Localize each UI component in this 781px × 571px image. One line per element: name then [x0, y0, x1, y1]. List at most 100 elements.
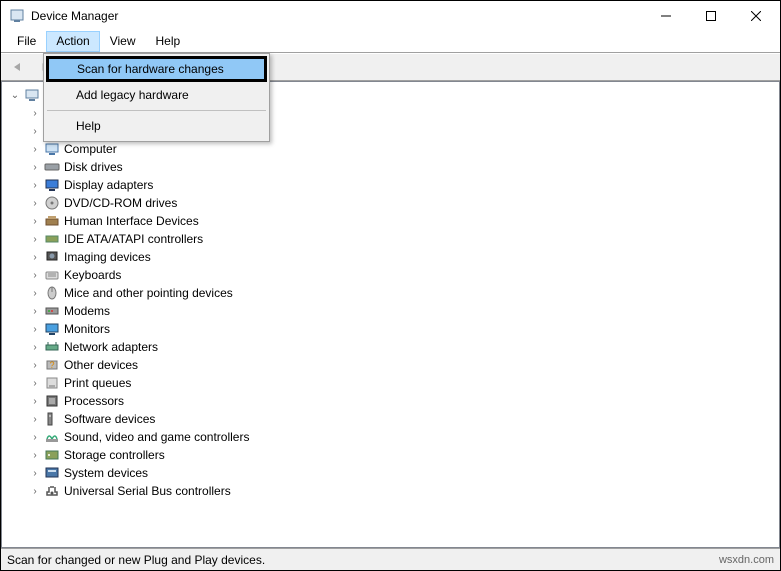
- device-category-icon: [44, 321, 60, 337]
- expand-icon[interactable]: ›: [28, 234, 42, 245]
- device-category-icon: [44, 195, 60, 211]
- maximize-button[interactable]: [688, 2, 733, 30]
- expand-icon[interactable]: ⌄: [8, 90, 22, 101]
- expand-icon[interactable]: ›: [28, 180, 42, 191]
- tree-item[interactable]: › Human Interface Devices: [28, 212, 779, 230]
- menu-separator: [47, 110, 266, 111]
- tree-item[interactable]: ›Storage controllers: [28, 446, 779, 464]
- expand-icon[interactable]: ›: [28, 324, 42, 335]
- menu-help[interactable]: Help: [146, 31, 191, 52]
- tree-item[interactable]: ›? Other devices: [28, 356, 779, 374]
- device-category-icon: [44, 483, 60, 499]
- tree-item-label: Human Interface Devices: [64, 214, 199, 228]
- tree-item[interactable]: › Keyboards: [28, 266, 779, 284]
- tree-item-label: Network adapters: [64, 340, 158, 354]
- app-icon: [9, 8, 25, 24]
- device-category-icon: [44, 249, 60, 265]
- statusbar: Scan for changed or new Plug and Play de…: [1, 548, 780, 570]
- expand-icon[interactable]: ›: [28, 450, 42, 461]
- tree-item-label: Disk drives: [64, 160, 123, 174]
- menu-help-item[interactable]: Help: [46, 113, 267, 139]
- expand-icon[interactable]: ›: [28, 360, 42, 371]
- tree-item[interactable]: › IDE ATA/ATAPI controllers: [28, 230, 779, 248]
- tree-item[interactable]: ›Print queues: [28, 374, 779, 392]
- expand-icon[interactable]: ›: [28, 396, 42, 407]
- tree-item[interactable]: › DVD/CD-ROM drives: [28, 194, 779, 212]
- tree-item-label: Software devices: [64, 412, 155, 426]
- tree-item[interactable]: › Display adapters: [28, 176, 779, 194]
- menu-scan-hardware[interactable]: Scan for hardware changes: [46, 56, 267, 82]
- expand-icon[interactable]: ›: [28, 378, 42, 389]
- expand-icon[interactable]: ›: [28, 108, 42, 119]
- minimize-button[interactable]: [643, 2, 688, 30]
- tree-item[interactable]: › Software devices: [28, 410, 779, 428]
- device-category-icon: [44, 429, 60, 445]
- action-menu-dropdown: Scan for hardware changes Add legacy har…: [43, 53, 270, 142]
- menu-view[interactable]: View: [100, 31, 146, 52]
- window-title: Device Manager: [31, 9, 643, 23]
- device-tree[interactable]: ⌄ ›Batteries›Bluetooth›Computer›Disk dri…: [2, 82, 779, 500]
- tree-item[interactable]: › Mice and other pointing devices: [28, 284, 779, 302]
- expand-icon[interactable]: ›: [28, 126, 42, 137]
- expand-icon[interactable]: ›: [28, 144, 42, 155]
- expand-icon[interactable]: ›: [28, 270, 42, 281]
- close-button[interactable]: [733, 2, 778, 30]
- device-category-icon: [44, 231, 60, 247]
- device-category-icon: [44, 465, 60, 481]
- expand-icon[interactable]: ›: [28, 432, 42, 443]
- device-category-icon: ?: [44, 357, 60, 373]
- tree-item-label: Universal Serial Bus controllers: [64, 484, 231, 498]
- expand-icon[interactable]: ›: [28, 486, 42, 497]
- menu-action[interactable]: Action: [46, 31, 99, 52]
- tree-item[interactable]: › Universal Serial Bus controllers: [28, 482, 779, 500]
- tree-item-label: Other devices: [64, 358, 138, 372]
- device-category-icon: [44, 375, 60, 391]
- tree-item-label: Display adapters: [64, 178, 153, 192]
- expand-icon[interactable]: ›: [28, 216, 42, 227]
- expand-icon[interactable]: ›: [28, 198, 42, 209]
- device-category-icon: [44, 285, 60, 301]
- tree-item-label: Mice and other pointing devices: [64, 286, 233, 300]
- device-category-icon: [44, 177, 60, 193]
- tree-item[interactable]: › Disk drives: [28, 158, 779, 176]
- tree-item-label: Processors: [64, 394, 124, 408]
- device-category-icon: [44, 339, 60, 355]
- menubar: File Action View Help: [1, 31, 780, 53]
- tree-item-label: IDE ATA/ATAPI controllers: [64, 232, 203, 246]
- device-category-icon: [44, 447, 60, 463]
- computer-icon: [24, 87, 40, 103]
- tree-item-label: Imaging devices: [64, 250, 151, 264]
- expand-icon[interactable]: ›: [28, 162, 42, 173]
- device-category-icon: [44, 213, 60, 229]
- device-category-icon: [44, 393, 60, 409]
- tree-item[interactable]: ›Sound, video and game controllers: [28, 428, 779, 446]
- expand-icon[interactable]: ›: [28, 288, 42, 299]
- menu-file[interactable]: File: [7, 31, 46, 52]
- tree-item[interactable]: › Modems: [28, 302, 779, 320]
- expand-icon[interactable]: ›: [28, 342, 42, 353]
- titlebar: Device Manager: [1, 1, 780, 31]
- device-category-icon: [44, 303, 60, 319]
- back-button[interactable]: [7, 56, 29, 78]
- tree-item-label: DVD/CD-ROM drives: [64, 196, 177, 210]
- tree-item[interactable]: › Network adapters: [28, 338, 779, 356]
- device-tree-pane: ⌄ ›Batteries›Bluetooth›Computer›Disk dri…: [1, 81, 780, 548]
- tree-item[interactable]: ›Computer: [28, 140, 779, 158]
- device-category-icon: [44, 267, 60, 283]
- tree-item-label: Monitors: [64, 322, 110, 336]
- svg-text:?: ?: [49, 360, 54, 370]
- expand-icon[interactable]: ›: [28, 414, 42, 425]
- tree-item[interactable]: › Imaging devices: [28, 248, 779, 266]
- tree-item[interactable]: › Monitors: [28, 320, 779, 338]
- tree-item[interactable]: › Processors: [28, 392, 779, 410]
- expand-icon[interactable]: ›: [28, 468, 42, 479]
- expand-icon[interactable]: ›: [28, 252, 42, 263]
- menu-add-legacy[interactable]: Add legacy hardware: [46, 82, 267, 108]
- expand-icon[interactable]: ›: [28, 306, 42, 317]
- tree-item-label: System devices: [64, 466, 148, 480]
- status-text: Scan for changed or new Plug and Play de…: [7, 553, 265, 567]
- device-category-icon: [44, 141, 60, 157]
- tree-item-label: Modems: [64, 304, 110, 318]
- tree-item-label: Keyboards: [64, 268, 121, 282]
- tree-item[interactable]: › System devices: [28, 464, 779, 482]
